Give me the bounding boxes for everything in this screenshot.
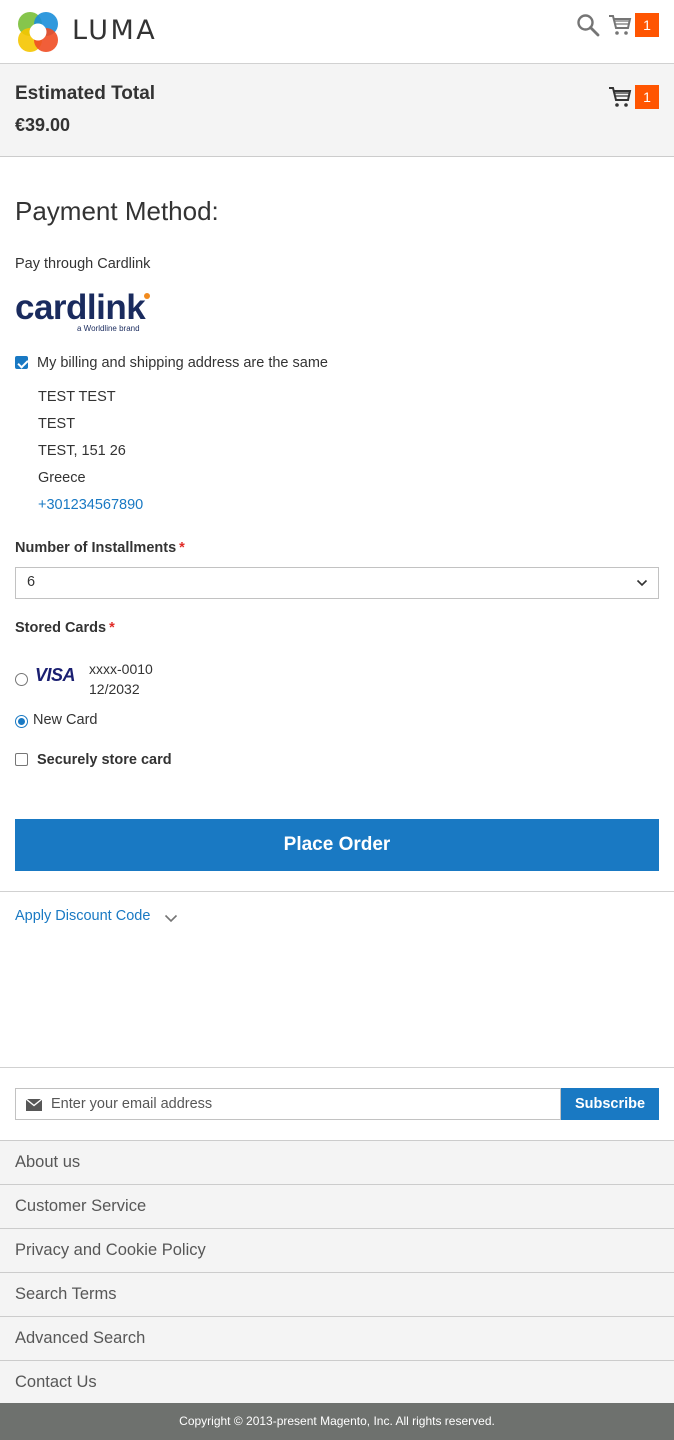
envelope-icon [26,1099,42,1111]
address-street: TEST [38,416,76,432]
cart-count-badge: 1 [635,13,659,37]
new-card-label[interactable]: New Card [33,712,97,728]
same-address-label[interactable]: My billing and shipping address are the … [37,355,328,371]
footer-link-customer-service[interactable]: Customer Service [0,1184,674,1228]
cart-icon [609,87,632,107]
chevron-down-icon [636,579,648,587]
stored-cards-label: Stored Cards * [15,620,115,636]
address-city: TEST, 151 26 [38,443,126,459]
footer-links: About us Customer Service Privacy and Co… [0,1140,674,1404]
divider [0,891,674,892]
cardlink-logo-text: cardlink [15,288,146,327]
search-icon[interactable] [576,13,600,37]
minicart-button[interactable]: 1 [608,12,660,38]
payment-method-title: Payment Method: [15,196,219,226]
place-order-button[interactable]: Place Order [15,819,659,871]
footer-link-privacy-policy[interactable]: Privacy and Cookie Policy [0,1228,674,1272]
subscribe-button[interactable]: Subscribe [561,1088,659,1120]
installments-label-text: Number of Installments [15,540,177,556]
stored-card-expiry: 12/2032 [89,681,140,697]
site-header: LUMA 1 [0,0,674,64]
newsletter-email-input[interactable] [51,1089,551,1119]
address-name: TEST TEST [38,389,116,405]
store-card-label[interactable]: Securely store card [37,752,172,768]
installments-value: 6 [27,574,36,590]
copyright-text: Copyright © 2013-present Magento, Inc. A… [0,1403,674,1440]
installments-label: Number of Installments * [15,540,185,556]
footer-divider [0,1067,674,1068]
stored-card-number: xxxx-0010 [89,661,153,677]
new-card-radio[interactable] [15,715,28,728]
order-summary-bar: Estimated Total €39.00 1 [0,64,674,157]
summary-cart-count-badge: 1 [635,85,659,109]
cardlink-logo-dot [144,293,150,299]
cardlink-logo-tagline: a Worldline brand [77,324,140,333]
payment-method-label: Pay through Cardlink [15,256,151,272]
required-mark: * [179,540,185,556]
installments-select[interactable]: 6 [15,567,659,599]
address-phone-link[interactable]: +301234567890 [38,497,143,513]
footer-link-about-us[interactable]: About us [0,1140,674,1184]
luma-logo-icon[interactable] [15,9,61,55]
same-address-checkbox[interactable] [15,356,28,369]
footer-link-advanced-search[interactable]: Advanced Search [0,1316,674,1360]
footer-link-search-terms[interactable]: Search Terms [0,1272,674,1316]
required-mark: * [109,620,115,636]
chevron-down-icon[interactable] [164,911,178,925]
stored-card-radio[interactable] [15,673,28,686]
cart-icon [609,15,632,35]
newsletter-field [15,1088,561,1120]
apply-discount-toggle[interactable]: Apply Discount Code [15,908,150,924]
footer-link-contact-us[interactable]: Contact Us [0,1360,674,1404]
brand-name[interactable]: LUMA [72,15,157,46]
summary-cart-button[interactable]: 1 [608,84,660,110]
estimated-total-amount: €39.00 [15,115,71,135]
visa-brand-icon: VISA [35,665,76,685]
estimated-total-label: Estimated Total [15,83,156,104]
cardlink-logo: cardlink a Worldline brand [15,290,155,338]
address-country: Greece [38,470,86,486]
stored-cards-label-text: Stored Cards [15,620,107,636]
store-card-checkbox[interactable] [15,753,28,766]
